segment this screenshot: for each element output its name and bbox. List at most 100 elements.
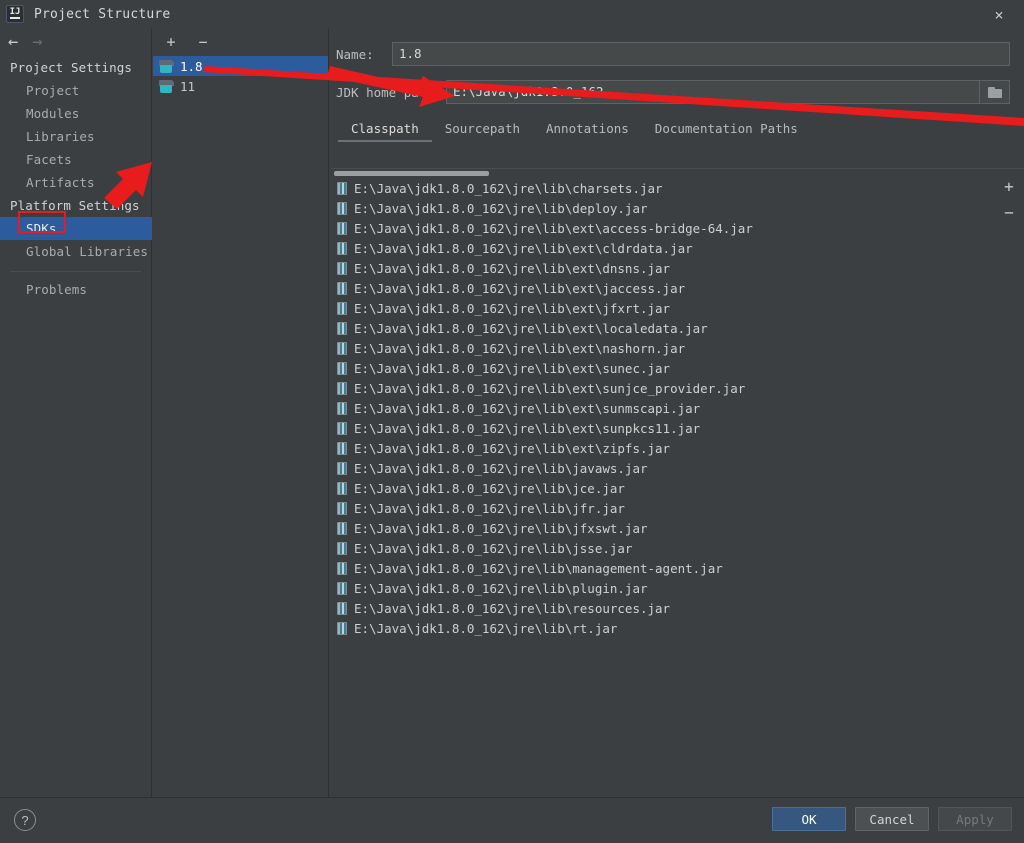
classpath-entry-label: E:\Java\jdk1.8.0_162\jre\lib\ext\localed… (354, 320, 708, 336)
name-field-row: Name: 1.8 (336, 42, 1010, 66)
classpath-row[interactable]: E:\Java\jdk1.8.0_162\jre\lib\jfr.jar (331, 498, 994, 518)
scrollbar-thumb[interactable] (334, 171, 489, 176)
jar-file-icon (337, 381, 347, 395)
classpath-entry-label: E:\Java\jdk1.8.0_162\jre\lib\jsse.jar (354, 540, 633, 556)
sidebar-group-platform-settings: Platform Settings (10, 198, 140, 213)
jar-file-icon (337, 221, 347, 235)
classpath-row[interactable]: E:\Java\jdk1.8.0_162\jre\lib\jfxswt.jar (331, 518, 994, 538)
jar-file-icon (337, 581, 347, 595)
jar-file-icon (337, 501, 347, 515)
navigation-arrows: ← → (0, 28, 151, 56)
cancel-button[interactable]: Cancel (855, 807, 929, 831)
name-input[interactable]: 1.8 (392, 42, 1010, 66)
classpath-row[interactable]: E:\Java\jdk1.8.0_162\jre\lib\rt.jar (331, 618, 994, 638)
sidebar-item-project[interactable]: Project (0, 79, 151, 102)
back-arrow-icon[interactable]: ← (8, 33, 18, 51)
project-structure-dialog: IJ Project Structure × ← → Project Setti… (0, 0, 1024, 843)
jar-file-icon (337, 241, 347, 255)
classpath-row[interactable]: E:\Java\jdk1.8.0_162\jre\lib\jce.jar (331, 478, 994, 498)
tab-classpath[interactable]: Classpath (338, 121, 432, 142)
folder-icon (987, 86, 1002, 98)
sdk-list-toolbar: + − (153, 28, 328, 56)
jdk-home-path-label: JDK home pa ... (336, 84, 449, 100)
classpath-row[interactable]: E:\Java\jdk1.8.0_162\jre\lib\resources.j… (331, 598, 994, 618)
classpath-entry-label: E:\Java\jdk1.8.0_162\jre\lib\deploy.jar (354, 200, 648, 216)
classpath-row[interactable]: E:\Java\jdk1.8.0_162\jre\lib\ext\jfxrt.j… (331, 298, 994, 318)
classpath-entry-label: E:\Java\jdk1.8.0_162\jre\lib\plugin.jar (354, 580, 648, 596)
jar-file-icon (337, 441, 347, 455)
classpath-row[interactable]: E:\Java\jdk1.8.0_162\jre\lib\ext\sunec.j… (331, 358, 994, 378)
jar-file-icon (337, 361, 347, 375)
classpath-row[interactable]: E:\Java\jdk1.8.0_162\jre\lib\ext\jaccess… (331, 278, 994, 298)
remove-sdk-button[interactable]: − (195, 34, 211, 50)
jar-file-icon (337, 341, 347, 355)
jar-file-icon (337, 561, 347, 575)
classpath-row[interactable]: E:\Java\jdk1.8.0_162\jre\lib\jsse.jar (331, 538, 994, 558)
jar-file-icon (337, 401, 347, 415)
classpath-entry-label: E:\Java\jdk1.8.0_162\jre\lib\resources.j… (354, 600, 671, 616)
jar-file-icon (337, 201, 347, 215)
tab-documentation-paths[interactable]: Documentation Paths (642, 121, 811, 142)
sdk-tab-bar: Classpath Sourcepath Annotations Documen… (338, 118, 1024, 142)
classpath-row[interactable]: E:\Java\jdk1.8.0_162\jre\lib\deploy.jar (331, 198, 994, 218)
ok-button[interactable]: OK (772, 807, 846, 831)
classpath-row[interactable]: E:\Java\jdk1.8.0_162\jre\lib\ext\localed… (331, 318, 994, 338)
sdk-list-item-11[interactable]: 11 (153, 76, 328, 96)
classpath-entry-label: E:\Java\jdk1.8.0_162\jre\lib\jce.jar (354, 480, 625, 496)
horizontal-scrollbar[interactable] (333, 170, 990, 177)
sidebar-item-sdks[interactable]: SDKs (0, 217, 152, 240)
tab-annotations[interactable]: Annotations (533, 121, 642, 142)
jdk-home-path-row: JDK home pa ... E:\Java\jdk1.8.0_162 (336, 80, 1010, 104)
classpath-row[interactable]: E:\Java\jdk1.8.0_162\jre\lib\ext\sunjce_… (331, 378, 994, 398)
classpath-row[interactable]: E:\Java\jdk1.8.0_162\jre\lib\charsets.ja… (331, 178, 994, 198)
classpath-row[interactable]: E:\Java\jdk1.8.0_162\jre\lib\javaws.jar (331, 458, 994, 478)
classpath-entry-label: E:\Java\jdk1.8.0_162\jre\lib\ext\dnsns.j… (354, 260, 671, 276)
classpath-entry-label: E:\Java\jdk1.8.0_162\jre\lib\charsets.ja… (354, 180, 663, 196)
settings-sidebar: ← → Project Settings Project Modules Lib… (0, 28, 152, 797)
title-bar: IJ Project Structure × (0, 0, 1024, 28)
jar-file-icon (337, 621, 347, 635)
classpath-entry-label: E:\Java\jdk1.8.0_162\jre\lib\ext\sunec.j… (354, 360, 671, 376)
intellij-idea-icon: IJ (6, 5, 24, 23)
jar-file-icon (337, 521, 347, 535)
forward-arrow-icon[interactable]: → (32, 33, 42, 51)
classpath-row[interactable]: E:\Java\jdk1.8.0_162\jre\lib\ext\access-… (331, 218, 994, 238)
add-sdk-button[interactable]: + (163, 34, 179, 50)
sidebar-item-problems[interactable]: Problems (0, 278, 151, 301)
sidebar-item-libraries[interactable]: Libraries (0, 125, 151, 148)
classpath-entry-label: E:\Java\jdk1.8.0_162\jre\lib\ext\nashorn… (354, 340, 686, 356)
classpath-row[interactable]: E:\Java\jdk1.8.0_162\jre\lib\ext\cldrdat… (331, 238, 994, 258)
classpath-row[interactable]: E:\Java\jdk1.8.0_162\jre\lib\ext\dnsns.j… (331, 258, 994, 278)
browse-folder-button[interactable] (980, 80, 1010, 104)
sidebar-item-artifacts[interactable]: Artifacts (0, 171, 151, 194)
sdk-detail-panel: Name: 1.8 JDK home pa ... E:\Java\jdk1.8… (330, 28, 1024, 823)
classpath-row[interactable]: E:\Java\jdk1.8.0_162\jre\lib\ext\nashorn… (331, 338, 994, 358)
classpath-entry-label: E:\Java\jdk1.8.0_162\jre\lib\jfr.jar (354, 500, 625, 516)
name-label: Name: (336, 46, 374, 62)
sidebar-item-modules[interactable]: Modules (0, 102, 151, 125)
classpath-entry-label: E:\Java\jdk1.8.0_162\jre\lib\ext\jaccess… (354, 280, 686, 296)
classpath-entry-label: E:\Java\jdk1.8.0_162\jre\lib\ext\sunmsca… (354, 400, 701, 416)
classpath-entry-label: E:\Java\jdk1.8.0_162\jre\lib\ext\jfxrt.j… (354, 300, 671, 316)
sdk-list-item-label: 1.8 (180, 58, 203, 74)
sdk-list-item-1-8[interactable]: 1.8 (153, 56, 328, 76)
sidebar-item-global-libraries[interactable]: Global Libraries (0, 240, 151, 263)
classpath-row[interactable]: E:\Java\jdk1.8.0_162\jre\lib\management-… (331, 558, 994, 578)
window-title: Project Structure (34, 6, 171, 22)
classpath-entry-label: E:\Java\jdk1.8.0_162\jre\lib\rt.jar (354, 620, 618, 636)
remove-classpath-button[interactable]: − (1001, 205, 1017, 221)
classpath-entry-label: E:\Java\jdk1.8.0_162\jre\lib\ext\cldrdat… (354, 240, 693, 256)
tab-sourcepath[interactable]: Sourcepath (432, 121, 533, 142)
jdk-home-path-input[interactable]: E:\Java\jdk1.8.0_162 (446, 80, 980, 104)
classpath-row[interactable]: E:\Java\jdk1.8.0_162\jre\lib\ext\zipfs.j… (331, 438, 994, 458)
sidebar-item-facets[interactable]: Facets (0, 148, 151, 171)
close-icon[interactable]: × (982, 4, 1016, 26)
help-button[interactable]: ? (14, 809, 36, 831)
classpath-row[interactable]: E:\Java\jdk1.8.0_162\jre\lib\ext\sunpkcs… (331, 418, 994, 438)
classpath-entry-label: E:\Java\jdk1.8.0_162\jre\lib\jfxswt.jar (354, 520, 648, 536)
classpath-entry-label: E:\Java\jdk1.8.0_162\jre\lib\javaws.jar (354, 460, 648, 476)
classpath-entry-label: E:\Java\jdk1.8.0_162\jre\lib\ext\access-… (354, 220, 753, 236)
classpath-row[interactable]: E:\Java\jdk1.8.0_162\jre\lib\plugin.jar (331, 578, 994, 598)
add-classpath-button[interactable]: + (1001, 179, 1017, 195)
classpath-row[interactable]: E:\Java\jdk1.8.0_162\jre\lib\ext\sunmsca… (331, 398, 994, 418)
